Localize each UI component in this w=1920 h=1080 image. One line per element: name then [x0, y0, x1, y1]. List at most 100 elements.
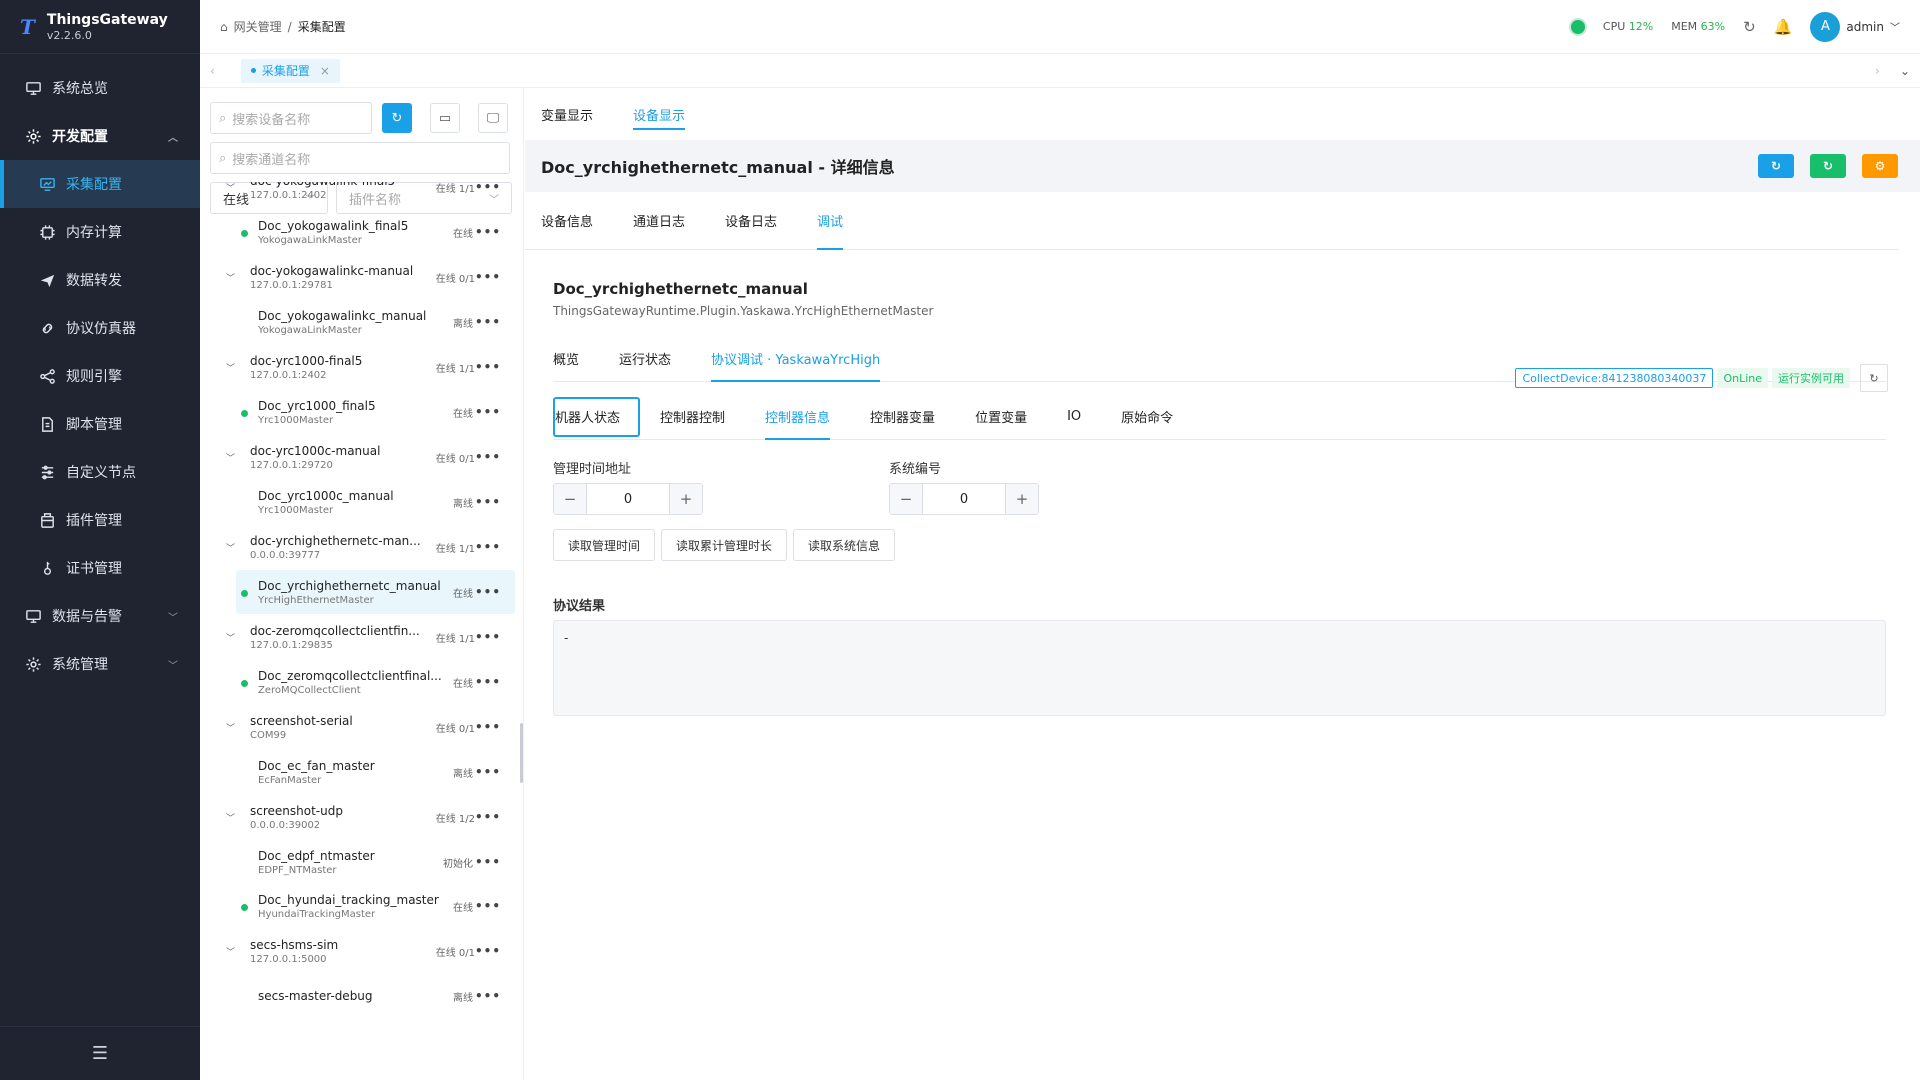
device-node[interactable]: Doc_hyundai_tracking_master HyundaiTracki…: [236, 884, 515, 928]
tree-scrollbar[interactable]: [520, 723, 523, 783]
export-button[interactable]: ▭: [430, 103, 460, 133]
collapse-menu-icon[interactable]: ☰: [0, 1026, 200, 1080]
refresh-icon[interactable]: ↻: [1860, 364, 1888, 392]
sidebar-item-5[interactable]: 协议仿真器: [0, 304, 200, 352]
settings-button[interactable]: ⚙: [1862, 154, 1898, 178]
device-node[interactable]: Doc_yrc1000c_manual Yrc1000Master 离线 •••: [236, 480, 515, 524]
device-node[interactable]: Doc_yokogawalink_final5 YokogawaLinkMaste…: [236, 210, 515, 254]
device-node[interactable]: Doc_yokogawalinkc_manual YokogawaLinkMast…: [236, 300, 515, 344]
tab-debug[interactable]: 调试: [817, 192, 844, 250]
plus-icon[interactable]: +: [670, 484, 702, 514]
more-icon[interactable]: •••: [475, 765, 501, 779]
restart-button[interactable]: ↻: [1810, 154, 1846, 178]
sidebar-item-8[interactable]: 自定义节点: [0, 448, 200, 496]
channel-node[interactable]: ﹀ doc-yrc1000c-manual 127.0.0.1:29720 在线 0/…: [200, 434, 523, 480]
sidebar-item-2[interactable]: 采集配置: [0, 160, 200, 208]
user-menu[interactable]: A admin ﹀: [1810, 11, 1900, 42]
more-icon[interactable]: •••: [475, 675, 501, 689]
more-icon[interactable]: •••: [475, 405, 501, 419]
more-icon[interactable]: •••: [475, 270, 501, 284]
channel-node[interactable]: ﹀ doc-yrchighethernetc-man... 0.0.0.0:3977…: [200, 524, 523, 570]
more-icon[interactable]: •••: [475, 630, 501, 644]
device-node[interactable]: secs-master-debug 离线 •••: [236, 974, 515, 1018]
more-icon[interactable]: •••: [475, 989, 501, 1003]
chevron-down-icon[interactable]: ﹀: [226, 631, 240, 644]
channel-node[interactable]: ﹀ screenshot-udp 0.0.0.0:39002 在线 1/2 •••: [200, 794, 523, 840]
chevron-right-icon[interactable]: ›: [1875, 64, 1880, 78]
chevron-down-icon[interactable]: ⌄: [1900, 64, 1910, 78]
more-icon[interactable]: •••: [475, 360, 501, 374]
chevron-down-icon[interactable]: ﹀: [226, 945, 240, 958]
tab-overview[interactable]: 概览: [553, 336, 579, 382]
more-icon[interactable]: •••: [475, 720, 501, 734]
sidebar-item-12[interactable]: 系统管理 ﹀: [0, 640, 200, 688]
sidebar-item-11[interactable]: 数据与告警 ﹀: [0, 592, 200, 640]
minus-icon[interactable]: −: [890, 484, 922, 514]
more-icon[interactable]: •••: [475, 315, 501, 329]
breadcrumb-item[interactable]: 网关管理: [234, 18, 282, 35]
chevron-down-icon[interactable]: ﹀: [226, 271, 240, 284]
tab-device-info[interactable]: 设备信息: [541, 192, 593, 250]
bell-icon[interactable]: 🔔: [1774, 18, 1793, 36]
home-icon[interactable]: ⌂: [220, 20, 228, 34]
more-icon[interactable]: •••: [475, 810, 501, 824]
tab-channel-log[interactable]: 通道日志: [633, 192, 685, 250]
more-icon[interactable]: •••: [475, 899, 501, 913]
chevron-down-icon[interactable]: ﹀: [226, 721, 240, 734]
close-icon[interactable]: ×: [320, 64, 330, 78]
refresh-button[interactable]: ↻: [382, 103, 412, 133]
tab-raw-command[interactable]: 原始命令: [1101, 397, 1193, 437]
search-device-input[interactable]: ⌕ 搜索设备名称: [210, 102, 372, 134]
minus-icon[interactable]: −: [554, 484, 586, 514]
channel-node[interactable]: ﹀ doc-yokogawalink-final5127.0.0.1:2402 在线…: [200, 182, 523, 210]
refresh-button[interactable]: ↻: [1758, 154, 1794, 178]
more-icon[interactable]: •••: [475, 585, 501, 599]
management-time-address-stepper[interactable]: − 0 +: [553, 483, 703, 515]
sidebar-item-6[interactable]: 规则引擎: [0, 352, 200, 400]
more-icon[interactable]: •••: [475, 182, 501, 194]
channel-node[interactable]: ﹀ screenshot-serial COM99 在线 0/1 •••: [200, 704, 523, 750]
device-node[interactable]: Doc_ec_fan_master EcFanMaster 离线 •••: [236, 750, 515, 794]
read-accumulated-time-button[interactable]: 读取累计管理时长: [661, 529, 788, 561]
sidebar-item-9[interactable]: 插件管理: [0, 496, 200, 544]
tab-device-display[interactable]: 设备显示: [633, 88, 686, 140]
channel-node[interactable]: ﹀ doc-yokogawalinkc-manual 127.0.0.1:29781…: [200, 254, 523, 300]
system-number-stepper[interactable]: − 0 +: [889, 483, 1039, 515]
sidebar-item-4[interactable]: 数据转发: [0, 256, 200, 304]
monitor-button[interactable]: 🖵: [478, 103, 508, 133]
tab-protocol-debug[interactable]: 协议调试 · YaskawaYrcHigh: [711, 336, 881, 382]
more-icon[interactable]: •••: [475, 225, 501, 239]
stepper-value[interactable]: 0: [922, 484, 1006, 514]
more-icon[interactable]: •••: [475, 855, 501, 869]
tab-device-log[interactable]: 设备日志: [725, 192, 777, 250]
sidebar-item-0[interactable]: 系统总览: [0, 64, 200, 112]
chevron-down-icon[interactable]: ﹀: [226, 361, 240, 374]
tab-runtime-status[interactable]: 运行状态: [619, 336, 671, 382]
tab-collect-config[interactable]: 采集配置 ×: [240, 58, 340, 83]
tab-controller-control[interactable]: 控制器控制: [640, 397, 745, 437]
sidebar-item-7[interactable]: 脚本管理: [0, 400, 200, 448]
more-icon[interactable]: •••: [475, 450, 501, 464]
channel-node[interactable]: ﹀ secs-hsms-sim 127.0.0.1:5000 在线 0/1 •••: [200, 928, 523, 974]
more-icon[interactable]: •••: [475, 540, 501, 554]
read-system-info-button[interactable]: 读取系统信息: [793, 529, 896, 561]
search-channel-input[interactable]: ⌕ 搜索通道名称: [210, 142, 510, 174]
tab-controller-info[interactable]: 控制器信息: [745, 397, 850, 440]
tab-position-variables[interactable]: 位置变量: [955, 397, 1047, 437]
tab-io[interactable]: IO: [1047, 397, 1101, 437]
tab-controller-variables[interactable]: 控制器变量: [850, 397, 955, 437]
more-icon[interactable]: •••: [475, 495, 501, 509]
stepper-value[interactable]: 0: [586, 484, 670, 514]
sidebar-item-3[interactable]: 内存计算: [0, 208, 200, 256]
tab-variable-display[interactable]: 变量显示: [541, 88, 593, 140]
channel-node[interactable]: ﹀ doc-zeromqcollectclientfin... 127.0.0.1:…: [200, 614, 523, 660]
chevron-down-icon[interactable]: ﹀: [226, 811, 240, 824]
read-management-time-button[interactable]: 读取管理时间: [553, 529, 656, 561]
sidebar-item-10[interactable]: 证书管理: [0, 544, 200, 592]
more-icon[interactable]: •••: [475, 944, 501, 958]
plus-icon[interactable]: +: [1006, 484, 1038, 514]
chevron-down-icon[interactable]: ﹀: [226, 451, 240, 464]
chevron-down-icon[interactable]: ﹀: [226, 182, 240, 194]
sidebar-item-1[interactable]: 开发配置 ︿: [0, 112, 200, 160]
device-node[interactable]: Doc_yrchighethernetc_manual YrcHighEthern…: [236, 570, 515, 614]
